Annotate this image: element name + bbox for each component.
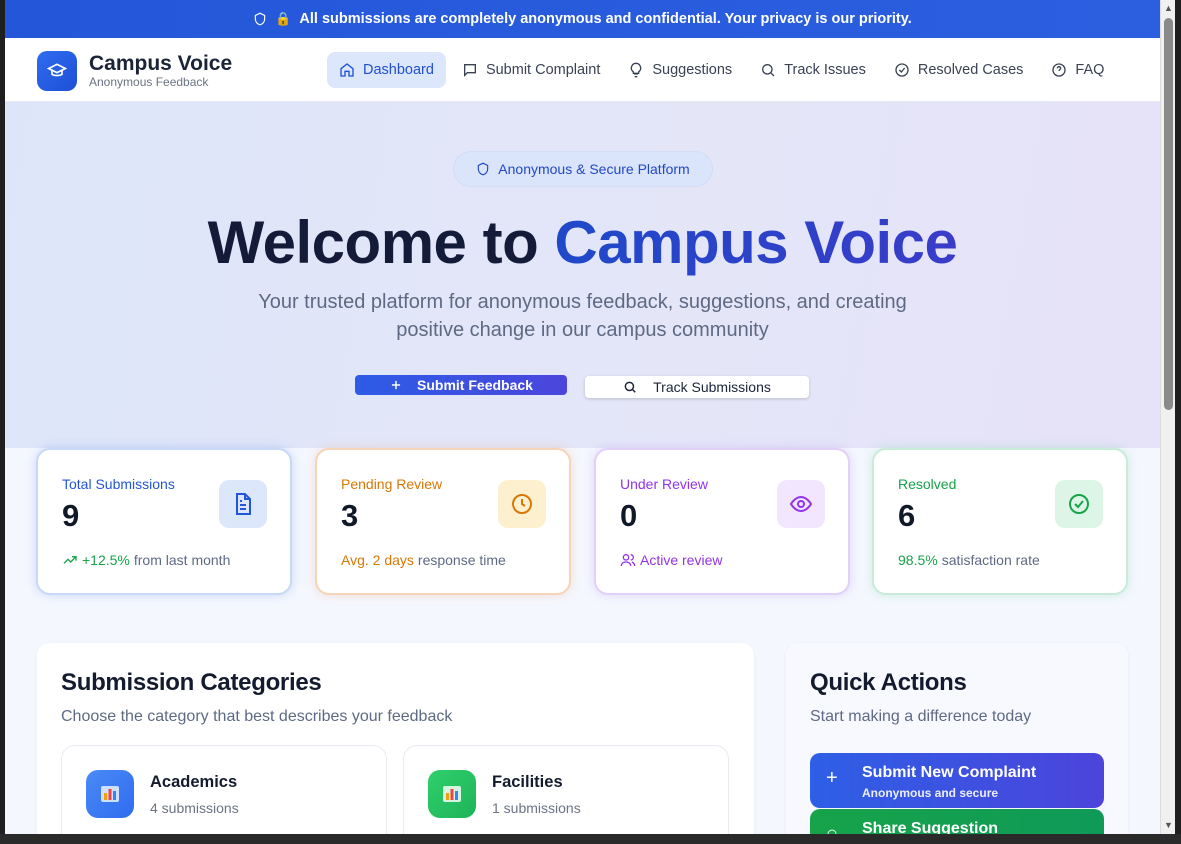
stat-value: 9 (62, 498, 80, 533)
track-submissions-button[interactable]: Track Submissions (585, 376, 809, 398)
nav-label: FAQ (1075, 62, 1105, 78)
action-title: Share Suggestion (862, 820, 999, 834)
lightbulb-icon (631, 62, 642, 78)
home-icon (340, 63, 354, 77)
window-bottom-edge (0, 834, 1181, 844)
bar-chart-icon (428, 770, 476, 818)
help-circle-icon (1052, 63, 1067, 77)
panel-subtitle: Choose the category that best describes … (61, 708, 453, 725)
stat-value: 0 (620, 498, 638, 533)
category-name: Academics (150, 773, 238, 791)
category-card-academics[interactable]: Academics 4 submissions (61, 745, 387, 834)
submit-new-complaint-button[interactable]: + Submit New Complaint Anonymous and sec… (810, 753, 1104, 808)
submit-feedback-button[interactable]: Submit Feedback (355, 375, 567, 395)
stat-card-total-submissions[interactable]: Total Submissions 9 +12.5% from last mon… (36, 448, 292, 595)
nav-label: Resolved Cases (917, 62, 1024, 78)
hero-title-part1: Welcome to (207, 209, 539, 276)
stat-label: Under Review (620, 476, 708, 492)
share-suggestion-button[interactable]: ○ Share Suggestion (810, 809, 1104, 834)
vertical-scrollbar[interactable]: ▲ ▼ (1160, 0, 1175, 834)
hero-subtitle: Your trusted platform for anonymous feed… (258, 291, 907, 341)
panel-title: Quick Actions (810, 669, 967, 696)
stat-foot-text: satisfaction rate (941, 552, 1040, 568)
stat-foot-highlight: +12.5% (82, 552, 130, 568)
document-icon (219, 480, 267, 528)
message-icon (463, 64, 476, 77)
shield-icon (254, 12, 266, 26)
stat-card-under-review[interactable]: Under Review 0 Active review (594, 448, 850, 595)
nav-resolved-cases[interactable]: Resolved Cases (882, 52, 1036, 88)
search-icon (624, 381, 636, 393)
plus-icon (391, 380, 401, 390)
search-icon (762, 63, 775, 77)
nav-label: Submit Complaint (485, 62, 601, 78)
stat-card-pending-review[interactable]: Pending Review 3 Avg. 2 days response ti… (315, 448, 571, 595)
scrollbar-thumb[interactable] (1164, 18, 1173, 410)
check-circle-icon (895, 63, 909, 77)
action-title: Submit New Complaint (862, 764, 1037, 781)
stat-value: 6 (898, 498, 916, 533)
nav-label: Dashboard (363, 62, 434, 78)
panel-subtitle: Start making a difference today (810, 708, 1032, 725)
stat-value: 3 (341, 498, 359, 533)
bar-chart-icon (86, 770, 134, 818)
nav-suggestions[interactable]: Suggestions (616, 52, 744, 88)
panel-title: Submission Categories (61, 669, 322, 696)
badge-text: Anonymous & Secure Platform (498, 161, 690, 177)
stat-foot-highlight: Avg. 2 days (341, 552, 414, 568)
submission-categories-panel: Submission Categories Choose the categor… (37, 643, 754, 834)
nav-faq[interactable]: FAQ (1039, 52, 1116, 88)
stat-footer: +12.5% from last month (62, 552, 230, 568)
hero-section: Anonymous & Secure Platform Welcome to C… (5, 102, 1160, 448)
hero-title-part2: Campus Voice (554, 209, 958, 276)
clock-icon (498, 480, 546, 528)
check-circle-icon (1055, 480, 1103, 528)
nav-track-issues[interactable]: Track Issues (748, 52, 878, 88)
stat-footer: 98.5% satisfaction rate (898, 552, 1040, 568)
nav-label: Suggestions (652, 62, 733, 78)
privacy-banner: 🔒 All submissions are completely anonymo… (5, 0, 1160, 38)
quick-actions-panel: Quick Actions Start making a difference … (786, 643, 1128, 834)
nav-dashboard[interactable]: Dashboard (327, 52, 446, 88)
stat-label: Resolved (898, 476, 957, 492)
stat-foot-highlight: Active review (640, 552, 723, 568)
stat-label: Total Submissions (62, 476, 175, 492)
browser-viewport: 🔒 All submissions are completely anonymo… (5, 0, 1160, 834)
stat-card-resolved[interactable]: Resolved 6 98.5% satisfaction rate (872, 448, 1128, 595)
stat-foot-text: response time (417, 552, 506, 568)
users-icon (620, 554, 636, 567)
category-count: 1 submissions (492, 800, 581, 816)
stat-footer: Active review (620, 552, 722, 568)
hero-title: Welcome to Campus Voice (5, 208, 1160, 277)
stat-label: Pending Review (341, 476, 443, 492)
category-name: Facilities (492, 773, 563, 791)
stat-foot-highlight: 98.5% (898, 552, 938, 568)
top-navigation: Campus Voice Anonymous Feedback Dashboar… (5, 38, 1160, 102)
lightbulb-icon: ○ (826, 823, 839, 834)
secure-platform-badge: Anonymous & Secure Platform (454, 152, 712, 186)
trending-up-icon (63, 556, 77, 564)
category-card-facilities[interactable]: Facilities 1 submissions (403, 745, 729, 834)
banner-text: All submissions are completely anonymous… (299, 11, 912, 27)
lock-icon: 🔒 (275, 11, 292, 26)
brand-title[interactable]: Campus Voice (89, 52, 232, 76)
nav-label: Track Issues (784, 62, 866, 78)
graduation-cap-icon[interactable] (37, 51, 77, 91)
stat-footer: Avg. 2 days response time (341, 552, 506, 568)
button-label: Track Submissions (653, 379, 771, 395)
nav-submit-complaint[interactable]: Submit Complaint (450, 52, 612, 88)
button-label: Submit Feedback (417, 377, 533, 393)
shield-icon (478, 162, 489, 176)
scroll-down-arrow-icon[interactable]: ▼ (1164, 820, 1173, 830)
plus-icon: + (826, 767, 838, 789)
category-count: 4 submissions (150, 800, 239, 816)
stat-foot-text: from last month (133, 552, 231, 568)
action-subtitle: Anonymous and secure (862, 786, 999, 800)
eye-icon (777, 480, 825, 528)
scroll-up-arrow-icon[interactable]: ▲ (1164, 3, 1173, 13)
brand-subtitle: Anonymous Feedback (89, 75, 209, 89)
